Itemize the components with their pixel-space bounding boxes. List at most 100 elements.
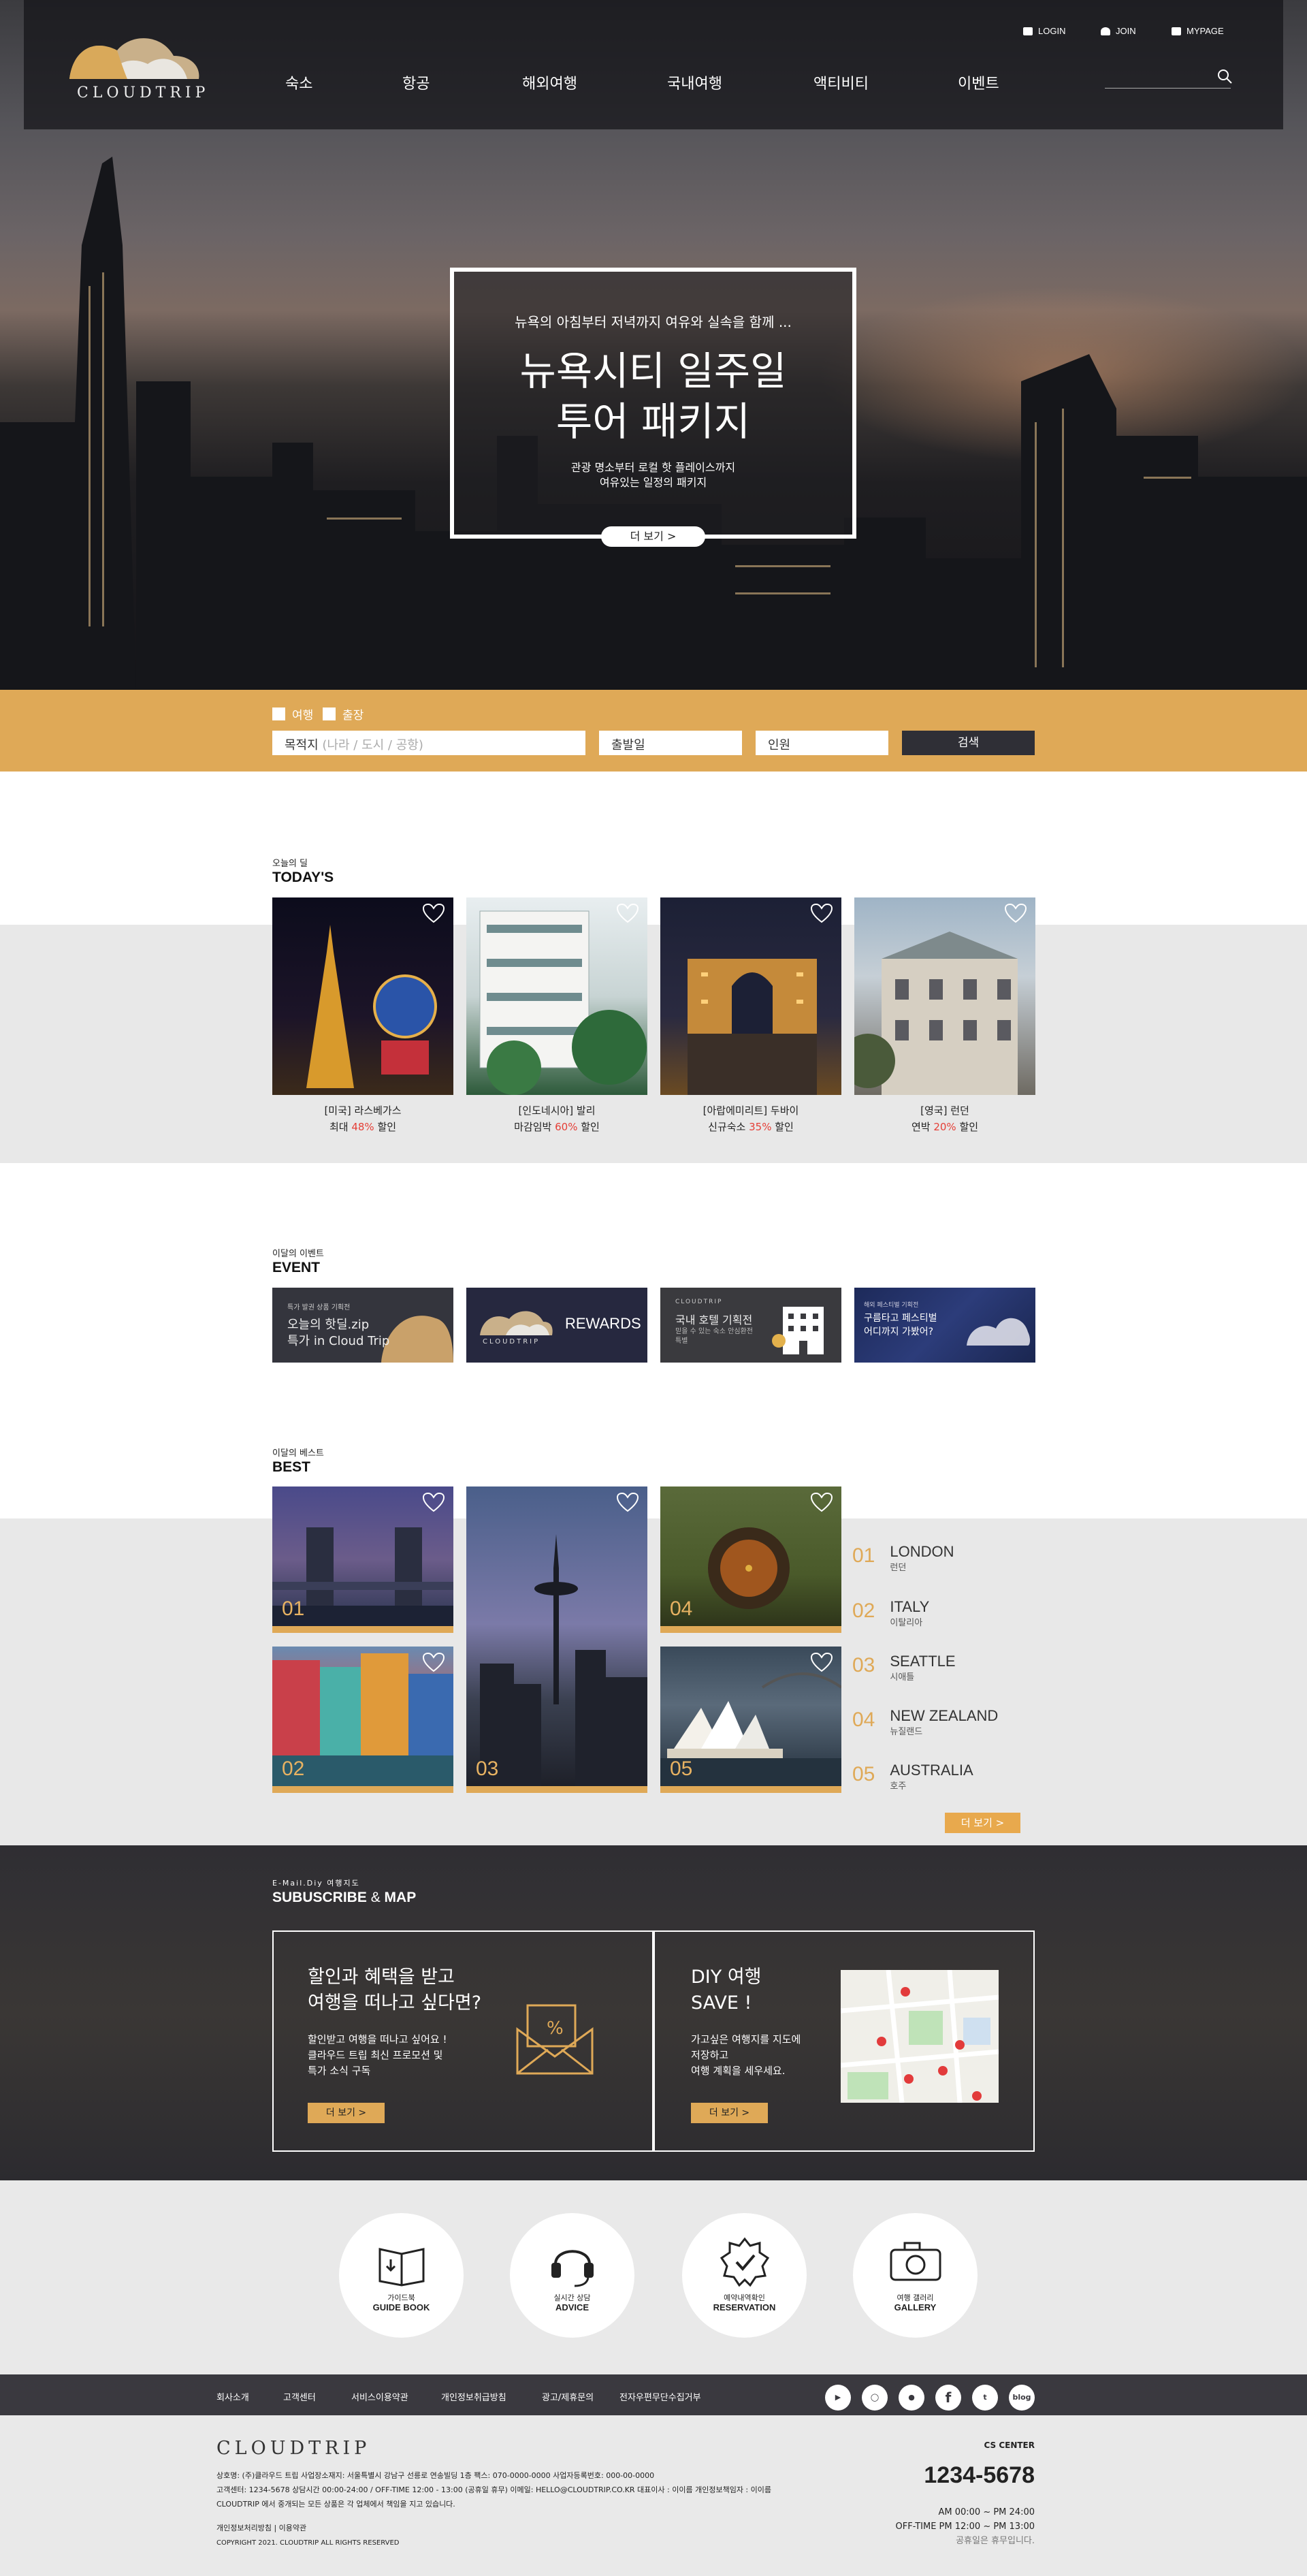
- login-link[interactable]: LOGIN: [1023, 26, 1065, 36]
- footer-copyright: COPYRIGHT 2021. CLOUDTRIP ALL RIGHTS RES…: [216, 2539, 400, 2547]
- event-banner-hotel[interactable]: CLOUDTRIP 국내 호텔 기획전 믿을 수 있는 숙소 안심환전특별: [660, 1288, 841, 1363]
- instagram-icon[interactable]: ◯: [862, 2385, 888, 2411]
- footer-link-terms[interactable]: 서비스이용약관: [351, 2390, 408, 2403]
- checkbox-business[interactable]: 출장: [323, 705, 364, 722]
- ranking-item-4[interactable]: 04 NEW ZEALAND 뉴질랜드: [852, 1708, 998, 1738]
- best-tile-number: 01: [282, 1597, 305, 1620]
- youtube-icon[interactable]: ▶: [825, 2385, 851, 2411]
- event-line1: 구름타고 페스티벌: [864, 1313, 937, 1324]
- twitter-icon[interactable]: t: [972, 2385, 998, 2411]
- map-thumbnail[interactable]: [841, 1970, 999, 2103]
- facebook-icon[interactable]: f: [935, 2385, 961, 2411]
- blog-icon[interactable]: blog: [1009, 2385, 1035, 2411]
- ranking-item-5[interactable]: 05 AUSTRALIA 호주: [852, 1762, 973, 1792]
- event-line2: 특가 in Cloud Trip: [287, 1334, 390, 1348]
- diy-desc-line3: 여행 계획을 세우세요.: [691, 2065, 786, 2077]
- service-gallery[interactable]: 여행 갤러리 GALLERY: [853, 2213, 978, 2338]
- join-link[interactable]: JOIN: [1101, 26, 1136, 36]
- heart-icon[interactable]: [422, 1652, 445, 1672]
- best-more-button[interactable]: 더 보기 >: [945, 1813, 1020, 1833]
- folder-icon: [1172, 27, 1181, 35]
- heart-icon[interactable]: [422, 1492, 445, 1512]
- heart-icon[interactable]: [810, 903, 833, 923]
- ranking-item-2[interactable]: 02 ITALY 이탈리아: [852, 1598, 930, 1629]
- ranking-item-1[interactable]: 01 LONDON 런던: [852, 1544, 954, 1574]
- footer-link-company[interactable]: 회사소개: [216, 2390, 249, 2403]
- rank-number: 05: [852, 1763, 875, 1785]
- heart-icon[interactable]: [810, 1492, 833, 1512]
- footer-link-support[interactable]: 고객센터: [283, 2390, 316, 2403]
- hero-promo-box: 뉴욕의 아침부터 저녁까지 여유와 실속을 함께 ... 뉴욕시티 일주일 투어…: [450, 268, 856, 539]
- diy-more-button[interactable]: 더 보기 >: [691, 2103, 768, 2123]
- tile-accent-bar: [660, 1626, 841, 1633]
- checkbox-travel-label: 여행: [292, 709, 314, 722]
- checkbox-box[interactable]: [272, 707, 285, 720]
- deal-card-lasvegas[interactable]: [272, 897, 453, 1095]
- nav-item-flight[interactable]: 항공: [402, 71, 430, 93]
- event-banner-festival[interactable]: 해외 페스티벌 기획전 구름타고 페스티벌 어디까지 가봤어?: [854, 1288, 1035, 1363]
- deal-discount: 마감임박 60% 할인: [466, 1119, 647, 1135]
- cs-hours-line3: 공휴일은 휴무입니다.: [956, 2536, 1035, 2546]
- best-tile-number: 02: [282, 1758, 305, 1780]
- footer-link-privacy[interactable]: 개인정보취급방침: [441, 2390, 506, 2403]
- subscribe-heading-line1: 할인과 혜택을 받고: [308, 1967, 455, 1988]
- ranking-item-3[interactable]: 03 SEATTLE 시애틀: [852, 1653, 956, 1683]
- rank-city-en: ITALY: [890, 1598, 930, 1615]
- nav-item-activity[interactable]: 액티비티: [813, 71, 869, 93]
- service-label-ko: 여행 갤러리: [897, 2293, 934, 2302]
- checkbox-box[interactable]: [323, 707, 336, 720]
- heart-icon[interactable]: [616, 1492, 639, 1512]
- search-icon[interactable]: [1216, 68, 1233, 84]
- search-button[interactable]: 검색: [902, 731, 1035, 755]
- deal-discount-suffix: 할인: [577, 1121, 600, 1133]
- service-reservation[interactable]: 예약내역확인 RESERVATION: [682, 2213, 807, 2338]
- hero-more-button[interactable]: 더 보기 >: [601, 526, 705, 547]
- footer-link-email-refuse[interactable]: 전자우편무단수집거부: [619, 2390, 701, 2403]
- subscribe-desc-line2: 클라우드 트립 최신 프로모션 및: [308, 2049, 443, 2061]
- people-field[interactable]: 인원: [756, 731, 888, 755]
- nav-item-domestic[interactable]: 국내여행: [667, 71, 722, 93]
- departure-date-field[interactable]: 출발일: [599, 731, 742, 755]
- talk-icon[interactable]: ●: [899, 2385, 924, 2411]
- deal-discount-prefix: 신규숙소: [708, 1121, 749, 1133]
- deal-card-bali[interactable]: [466, 897, 647, 1095]
- rank-city-ko: 시애틀: [890, 1672, 915, 1683]
- subscribe-more-button[interactable]: 더 보기 >: [308, 2103, 385, 2123]
- best-tile-australia[interactable]: 05: [660, 1647, 841, 1793]
- destination-field[interactable]: 목적지 (나라 / 도시 / 공항): [272, 731, 585, 755]
- service-label-en: RESERVATION: [713, 2302, 776, 2312]
- best-background-band: [0, 1518, 1307, 1845]
- nav-item-overseas[interactable]: 해외여행: [522, 71, 577, 93]
- heart-icon[interactable]: [810, 1652, 833, 1672]
- footer-link-ads[interactable]: 광고/제휴문의: [542, 2390, 594, 2403]
- cloudtrip-logo[interactable]: [66, 30, 202, 82]
- book-icon: [378, 2248, 425, 2287]
- best-tile-london[interactable]: 01: [272, 1486, 453, 1633]
- deal-card-dubai[interactable]: [660, 897, 841, 1095]
- cs-hours-line1: AM 00:00 ~ PM 24:00: [938, 2507, 1035, 2517]
- best-tile-seattle[interactable]: 03: [466, 1486, 647, 1793]
- tile-accent-bar: [660, 1786, 841, 1793]
- nav-item-event[interactable]: 이벤트: [958, 71, 999, 93]
- deal-discount-percent: 35%: [749, 1121, 772, 1133]
- event-banner-rewards[interactable]: CLOUDTRIP REWARDS: [466, 1288, 647, 1363]
- mail-icon: %: [516, 2004, 594, 2075]
- service-advice[interactable]: 실시간 상담 ADVICE: [510, 2213, 634, 2338]
- checkbox-travel[interactable]: 여행: [272, 705, 313, 722]
- service-guidebook[interactable]: 가이드북 GUIDE BOOK: [339, 2213, 464, 2338]
- rank-number: 03: [852, 1654, 875, 1676]
- best-tile-newzealand[interactable]: 04: [660, 1486, 841, 1633]
- nav-item-stay[interactable]: 숙소: [285, 71, 312, 93]
- best-tile-italy[interactable]: 02: [272, 1647, 453, 1793]
- deal-name: [영국] 런던: [920, 1104, 969, 1117]
- heart-icon[interactable]: [422, 903, 445, 923]
- mypage-link[interactable]: MYPAGE: [1172, 26, 1224, 36]
- event-banner-hotdeal[interactable]: 특가 발권 상품 기획전 오늘의 핫딜.zip 특가 in Cloud Trip: [272, 1288, 453, 1363]
- event-line1: 국내 호텔 기획전: [675, 1314, 753, 1326]
- header-search-input[interactable]: [1105, 63, 1231, 89]
- deal-card-london[interactable]: [854, 897, 1035, 1095]
- footer-policy-links[interactable]: 개인정보처리방침 | 이용약관: [216, 2521, 306, 2535]
- heart-icon[interactable]: [616, 903, 639, 923]
- hotel-icon: [772, 1307, 824, 1354]
- heart-icon[interactable]: [1004, 903, 1027, 923]
